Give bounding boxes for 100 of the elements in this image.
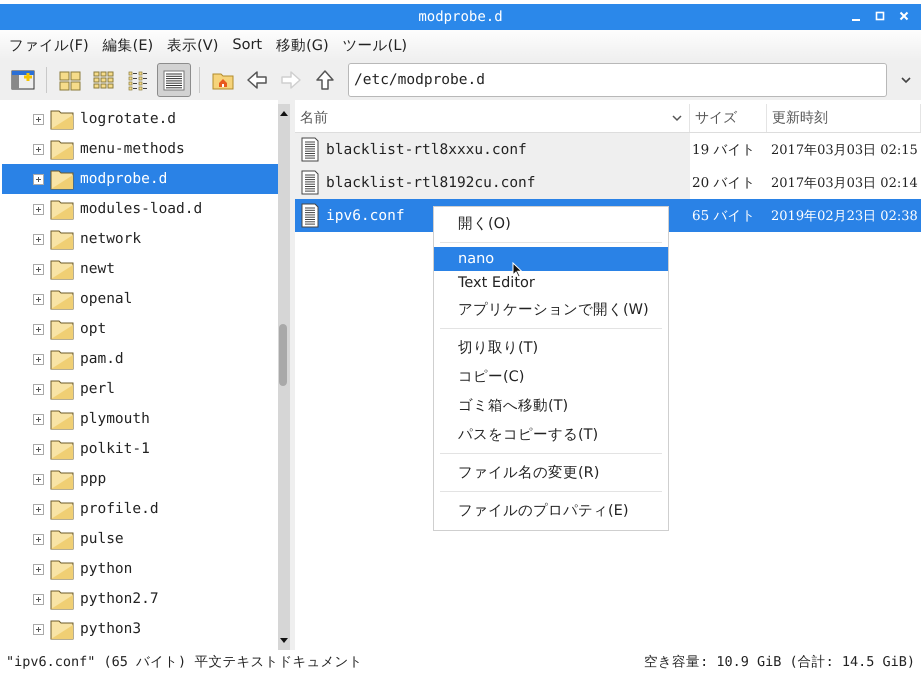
folder-icon — [50, 258, 74, 280]
expand-icon[interactable] — [33, 504, 44, 514]
folder-icon — [50, 378, 74, 400]
folder-icon — [50, 468, 74, 490]
folder-name: openal — [80, 291, 132, 307]
menu-item[interactable]: 開く(O) — [434, 209, 668, 238]
folder-tree-item[interactable]: pam.d — [2, 344, 278, 374]
folder-icon — [50, 318, 74, 340]
menu-item[interactable]: 切り取り(T) — [434, 333, 668, 362]
menu-item[interactable]: Sort — [231, 35, 264, 55]
folder-tree-item[interactable]: menu-methods — [2, 134, 278, 164]
folder-tree-item[interactable]: openal — [2, 284, 278, 314]
file-size: 65 バイト — [691, 206, 756, 226]
expand-icon[interactable] — [33, 474, 44, 484]
folder-tree-item[interactable]: polkit-1 — [2, 434, 278, 464]
expand-icon[interactable] — [33, 414, 44, 424]
folder-tree-item[interactable]: newt — [2, 254, 278, 284]
menu-item[interactable]: ファイル名の変更(R) — [434, 458, 668, 487]
path-field[interactable]: /etc/modprobe.d — [348, 63, 887, 97]
menu-item[interactable]: コピー(C) — [434, 362, 668, 391]
expand-icon[interactable] — [33, 174, 44, 184]
expand-icon[interactable] — [33, 114, 44, 124]
menu-item[interactable]: ファイルのプロパティ(E) — [434, 496, 668, 525]
folder-tree-item[interactable]: modprobe.d — [2, 164, 278, 194]
menu-item[interactable]: ファイル(F) — [8, 34, 90, 56]
folder-tree-item[interactable]: python — [2, 554, 278, 584]
folder-name: modprobe.d — [80, 171, 168, 187]
maximize-icon[interactable] — [875, 10, 885, 22]
menu-item[interactable]: ゴミ箱へ移動(T) — [434, 391, 668, 420]
view-mode-button[interactable] — [157, 63, 191, 97]
close-icon[interactable] — [899, 10, 909, 22]
folder-tree-item[interactable]: profile.d — [2, 494, 278, 524]
folder-tree-item[interactable]: ppp — [2, 464, 278, 494]
expand-icon[interactable] — [33, 534, 44, 544]
column-header[interactable]: 更新時刻 — [767, 104, 921, 132]
expand-icon[interactable] — [33, 234, 44, 244]
file-name[interactable]: ipv6.conf — [326, 208, 405, 224]
expand-icon[interactable] — [33, 354, 44, 364]
sort-caret-icon[interactable] — [671, 114, 683, 122]
folder-tree-item[interactable]: opt — [2, 314, 278, 344]
folder-name: polkit-1 — [80, 441, 150, 457]
file-size: 20 バイト — [691, 174, 756, 192]
folder-icon — [50, 408, 74, 430]
folder-tree-item[interactable]: perl — [2, 374, 278, 404]
folder-tree-item[interactable]: plymouth — [2, 404, 278, 434]
folder-name: opt — [80, 321, 106, 337]
text-file-icon — [300, 170, 320, 195]
expand-icon[interactable] — [33, 564, 44, 574]
folder-tree-item[interactable]: modules-load.d — [2, 194, 278, 224]
folder-tree-item[interactable]: python2.7 — [2, 584, 278, 614]
expand-icon[interactable] — [33, 294, 44, 304]
expand-icon[interactable] — [33, 324, 44, 334]
expand-icon[interactable] — [33, 264, 44, 274]
expand-icon[interactable] — [33, 594, 44, 604]
status-text: "ipv6.conf" (65 バイト) 平文テキストドキュメント — [6, 653, 362, 671]
window-title: modprobe.d — [418, 9, 503, 25]
folder-name: python2.7 — [80, 591, 159, 607]
folder-tree-item[interactable]: pulse — [2, 524, 278, 554]
menu-item[interactable]: ツール(L) — [342, 34, 408, 56]
detailed-list-icon — [162, 68, 186, 92]
column-header[interactable]: 名前 — [295, 104, 690, 132]
folder-name: newt — [80, 261, 115, 277]
folder-tree-item[interactable]: python3 — [2, 614, 278, 644]
new-window-icon — [11, 69, 35, 91]
menu-item[interactable]: 移動(G) — [275, 34, 330, 56]
menu-item[interactable]: パスをコピーする(T) — [434, 420, 668, 449]
folder-icon — [50, 438, 74, 460]
expand-icon[interactable] — [33, 144, 44, 154]
folder-name: logrotate.d — [80, 111, 176, 127]
menu-item[interactable]: アプリケーションで開く(W) — [434, 295, 668, 324]
text-file-icon — [300, 137, 320, 162]
folder-tree-item[interactable]: logrotate.d — [2, 104, 278, 134]
large-icons-view-icon — [58, 68, 82, 92]
menu-item[interactable]: 表示(V) — [166, 34, 220, 56]
scrollbar[interactable] — [278, 104, 290, 650]
folder-icon — [50, 138, 74, 160]
expand-icon[interactable] — [33, 444, 44, 454]
folder-name: pam.d — [80, 351, 124, 367]
modified-time: 2017年03月03日 02:15 — [770, 142, 919, 160]
folder-icon — [50, 498, 74, 520]
file-size: 19 バイト — [691, 140, 756, 160]
expand-icon[interactable] — [33, 384, 44, 394]
expand-icon[interactable] — [33, 624, 44, 634]
menu-item[interactable]: Text Editor — [434, 271, 668, 295]
column-header[interactable]: サイズ — [690, 104, 767, 132]
column-title: 名前 — [300, 109, 328, 127]
folder-name: modules-load.d — [80, 201, 202, 217]
folder-name: ppp — [80, 471, 106, 487]
folder-icon — [50, 588, 74, 610]
folder-icon — [50, 228, 74, 250]
folder-name: profile.d — [80, 501, 159, 517]
expand-icon[interactable] — [33, 204, 44, 214]
folder-tree-item[interactable]: network — [2, 224, 278, 254]
dropdown-caret-icon[interactable] — [900, 76, 912, 84]
scrollbar-thumb[interactable] — [279, 324, 287, 386]
menu-item[interactable]: 編集(E) — [102, 34, 154, 56]
folder-icon — [50, 528, 74, 550]
menu-item[interactable]: nano — [434, 247, 668, 271]
modified-time: 2017年03月03日 02:14 — [770, 174, 919, 192]
folder-icon — [50, 558, 74, 580]
